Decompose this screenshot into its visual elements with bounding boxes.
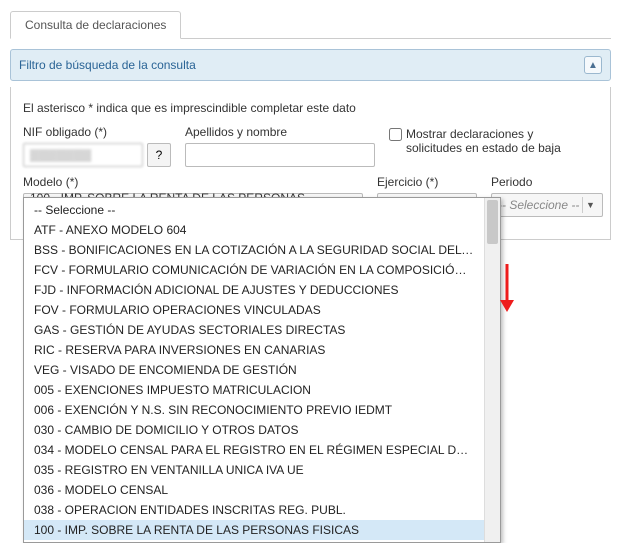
mostrar-baja-checkbox[interactable] [389,128,402,141]
nif-help-button[interactable]: ? [147,143,171,167]
modelo-option[interactable]: 038 - OPERACION ENTIDADES INSCRITAS REG.… [24,500,484,520]
modelo-option[interactable]: ATF - ANEXO MODELO 604 [24,220,484,240]
modelo-option[interactable]: 034 - MODELO CENSAL PARA EL REGISTRO EN … [24,440,484,460]
apellidos-input[interactable] [185,143,375,167]
modelo-option-list: -- Seleccione --ATF - ANEXO MODELO 604BS… [24,198,484,542]
modelo-option[interactable]: VEG - VISADO DE ENCOMIENDA DE GESTIÓN [24,360,484,380]
nif-input[interactable] [23,143,143,167]
filter-panel-title: Filtro de búsqueda de la consulta [19,58,196,72]
chevron-down-icon: ▼ [582,197,598,213]
tab-consulta-declaraciones[interactable]: Consulta de declaraciones [10,11,181,39]
apellidos-label: Apellidos y nombre [185,125,375,139]
modelo-option[interactable]: RIC - RESERVA PARA INVERSIONES EN CANARI… [24,340,484,360]
modelo-option[interactable]: BSS - BONIFICACIONES EN LA COTIZACIÓN A … [24,240,484,260]
nif-label: NIF obligado (*) [23,125,171,139]
filter-panel-body: El asterisco * indica que es imprescindi… [10,87,611,240]
collapse-button[interactable]: ▲ [584,56,602,74]
modelo-option[interactable]: 036 - MODELO CENSAL [24,480,484,500]
modelo-option[interactable]: 006 - EXENCIÓN Y N.S. SIN RECONOCIMIENTO… [24,400,484,420]
modelo-option[interactable]: GAS - GESTIÓN DE AYUDAS SECTORIALES DIRE… [24,320,484,340]
periodo-placeholder: -- Seleccione -- [498,198,579,212]
mostrar-baja-label: Mostrar declaraciones y solicitudes en e… [406,127,561,156]
required-hint: El asterisco * indica que es imprescindi… [23,97,598,115]
modelo-option[interactable]: 100 - IMP. SOBRE LA RENTA DE LAS PERSONA… [24,520,484,540]
dropdown-scrollbar[interactable] [484,198,500,542]
modelo-option[interactable]: 035 - REGISTRO EN VENTANILLA UNICA IVA U… [24,460,484,480]
chevron-up-icon: ▲ [588,60,598,71]
filter-panel-header[interactable]: Filtro de búsqueda de la consulta ▲ [10,49,611,81]
modelo-dropdown: -- Seleccione --ATF - ANEXO MODELO 604BS… [23,197,501,543]
periodo-select[interactable]: -- Seleccione -- ▼ [491,193,603,217]
modelo-option[interactable]: -- Seleccione -- [24,200,484,220]
ejercicio-label: Ejercicio (*) [377,175,477,189]
modelo-option[interactable]: 030 - CAMBIO DE DOMICILIO Y OTROS DATOS [24,420,484,440]
modelo-label: Modelo (*) [23,175,363,189]
periodo-label: Periodo [491,175,603,189]
scrollbar-thumb[interactable] [487,200,498,244]
modelo-option[interactable]: FJD - INFORMACIÓN ADICIONAL DE AJUSTES Y… [24,280,484,300]
modelo-option[interactable]: 005 - EXENCIONES IMPUESTO MATRICULACION [24,380,484,400]
modelo-option[interactable]: FOV - FORMULARIO OPERACIONES VINCULADAS [24,300,484,320]
modelo-option[interactable]: FCV - FORMULARIO COMUNICACIÓN DE VARIACI… [24,260,484,280]
